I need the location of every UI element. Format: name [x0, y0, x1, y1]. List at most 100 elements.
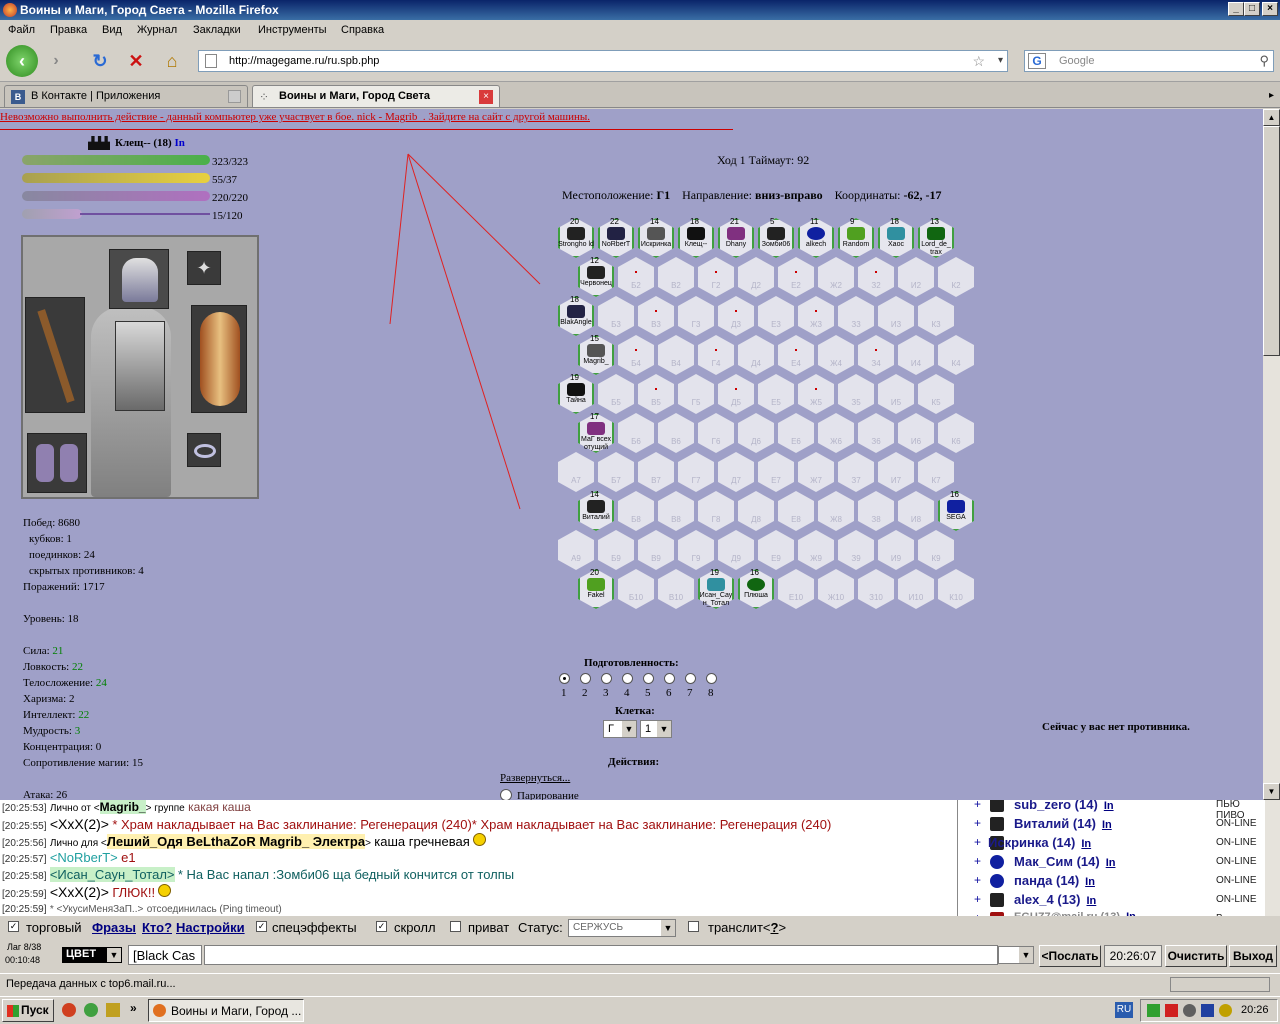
hex-cell[interactable] [678, 452, 714, 492]
hex-cell[interactable] [858, 335, 894, 375]
menu-bookmarks[interactable]: Закладки [193, 24, 241, 36]
preparedness-radio[interactable] [685, 673, 696, 684]
unit-icon[interactable] [887, 227, 905, 240]
chat-nick[interactable]: <NoRberT> [50, 850, 118, 865]
user-name[interactable]: Искринка (14) In [988, 835, 1091, 850]
effects-checkbox[interactable]: ✓ [256, 921, 267, 932]
hex-cell[interactable] [838, 530, 874, 570]
hex-cell[interactable] [658, 569, 694, 609]
user-row[interactable]: + Мак_Сим (14) In ON-LINE [958, 852, 1266, 871]
status-select[interactable]: СЕРЖУСЬ ▼ [568, 919, 676, 937]
hex-cell[interactable] [878, 296, 914, 336]
unit-icon[interactable] [647, 227, 665, 240]
quicklaunch-firefox-icon[interactable] [62, 1003, 76, 1017]
user-list-scrollbar[interactable] [1265, 800, 1280, 916]
preparedness-radio[interactable] [559, 673, 570, 684]
tab-warriors-mages[interactable]: ⁘ Воины и Маги, Город Света × [252, 85, 500, 107]
chat-nick[interactable]: Леший_Одя BeLthaZoR Magrib_ Электра [106, 834, 366, 849]
quicklaunch-icq-icon[interactable] [84, 1003, 98, 1017]
user-info-link[interactable]: In [1106, 857, 1116, 869]
user-row[interactable]: + sub_zero (14) In ПЬЮ ПИВО [958, 800, 1266, 821]
scroll-down-icon[interactable]: ▼ [1263, 783, 1280, 800]
tray-network-icon[interactable] [1183, 1004, 1196, 1017]
unit-icon[interactable] [587, 578, 605, 591]
hex-cell[interactable] [818, 335, 854, 375]
hex-cell[interactable] [698, 335, 734, 375]
hex-cell[interactable] [858, 491, 894, 531]
hex-cell[interactable] [618, 569, 654, 609]
expand-user-icon[interactable]: + [974, 816, 981, 830]
hex-cell[interactable] [618, 335, 654, 375]
chevron-down-icon[interactable]: ▼ [107, 948, 121, 962]
hex-cell[interactable] [598, 452, 634, 492]
hex-cell[interactable] [678, 296, 714, 336]
hex-cell[interactable] [718, 530, 754, 570]
menu-file[interactable]: Файл [8, 24, 35, 36]
expand-user-icon[interactable]: + [974, 835, 981, 849]
user-row[interactable]: +EGUZ7@mail.ru (13)InВ ПРИВАТЕ [958, 909, 1266, 916]
hex-cell[interactable] [858, 413, 894, 453]
hex-cell[interactable] [858, 569, 894, 609]
ring-slot[interactable] [187, 433, 221, 467]
amulet-slot[interactable]: ✦ [187, 251, 221, 285]
chat-nick[interactable]: <Исан_Саун_Тотал> [49, 867, 175, 882]
armor-slot[interactable] [115, 321, 165, 411]
hex-cell[interactable] [798, 374, 834, 414]
reload-icon[interactable]: ↻ [86, 47, 114, 75]
hex-cell[interactable] [558, 530, 594, 570]
hex-cell[interactable] [838, 296, 874, 336]
hex-cell[interactable] [938, 335, 974, 375]
hex-cell[interactable] [658, 257, 694, 297]
user-row[interactable]: + панда (14) In ON-LINE [958, 871, 1266, 890]
unit-icon[interactable] [767, 227, 785, 240]
hex-cell[interactable] [638, 374, 674, 414]
hex-cell[interactable] [798, 530, 834, 570]
bookmark-star-icon[interactable]: ☆ [972, 53, 985, 70]
unit-icon[interactable] [587, 422, 605, 435]
user-row[interactable]: + alex_4 (13) In ON-LINE [958, 890, 1266, 909]
hex-cell[interactable] [758, 452, 794, 492]
boots-slot[interactable] [27, 433, 87, 493]
menu-history[interactable]: Журнал [137, 24, 177, 36]
who-link[interactable]: Кто? [142, 920, 172, 935]
hex-cell[interactable] [738, 491, 774, 531]
tab-close-icon[interactable]: × [479, 90, 493, 104]
tray-volume-icon[interactable] [1219, 1004, 1232, 1017]
user-info-link[interactable]: In [1085, 876, 1095, 888]
hex-cell[interactable] [558, 452, 594, 492]
hex-cell[interactable] [698, 491, 734, 531]
cell-row-select[interactable]: 1 ▼ [640, 720, 672, 738]
unit-icon[interactable] [847, 227, 865, 240]
hex-cell[interactable] [658, 413, 694, 453]
stop-icon[interactable]: ✕ [122, 47, 150, 75]
hex-cell[interactable] [638, 452, 674, 492]
unit-icon[interactable] [707, 578, 725, 591]
user-name[interactable]: Мак_Сим (14) In [1014, 854, 1115, 869]
user-info-link[interactable]: In [1087, 895, 1097, 907]
hex-cell[interactable] [618, 413, 654, 453]
unit-icon[interactable] [567, 227, 585, 240]
hex-cell[interactable] [758, 374, 794, 414]
user-name[interactable]: панда (14) In [1014, 873, 1095, 888]
history-select[interactable]: ▼ [998, 946, 1034, 964]
menu-edit[interactable]: Правка [50, 24, 87, 36]
maximize-button[interactable]: □ [1244, 2, 1260, 16]
unit-icon[interactable] [927, 227, 945, 240]
menu-tools[interactable]: Инструменты [258, 24, 327, 36]
tray-app-icon[interactable] [1201, 1004, 1214, 1017]
preparedness-radio[interactable] [601, 673, 612, 684]
hex-cell[interactable] [938, 569, 974, 609]
tray-icq-icon[interactable] [1147, 1004, 1160, 1017]
scroll-checkbox[interactable]: ✓ [376, 921, 387, 932]
hex-cell[interactable] [818, 257, 854, 297]
user-row[interactable]: + Искринка (14) In ON-LINE [958, 833, 1266, 852]
user-info-link[interactable]: In [1102, 819, 1112, 831]
search-magnifier-icon[interactable]: ⚲ [1259, 53, 1269, 69]
trade-checkbox[interactable]: ✓ [8, 921, 19, 932]
hex-cell[interactable] [638, 296, 674, 336]
color-select[interactable]: ЦВЕТ ▼ [62, 947, 122, 963]
hex-cell[interactable] [618, 491, 654, 531]
hex-cell[interactable] [878, 374, 914, 414]
unit-icon[interactable] [727, 227, 745, 240]
home-icon[interactable]: ⌂ [158, 47, 186, 75]
